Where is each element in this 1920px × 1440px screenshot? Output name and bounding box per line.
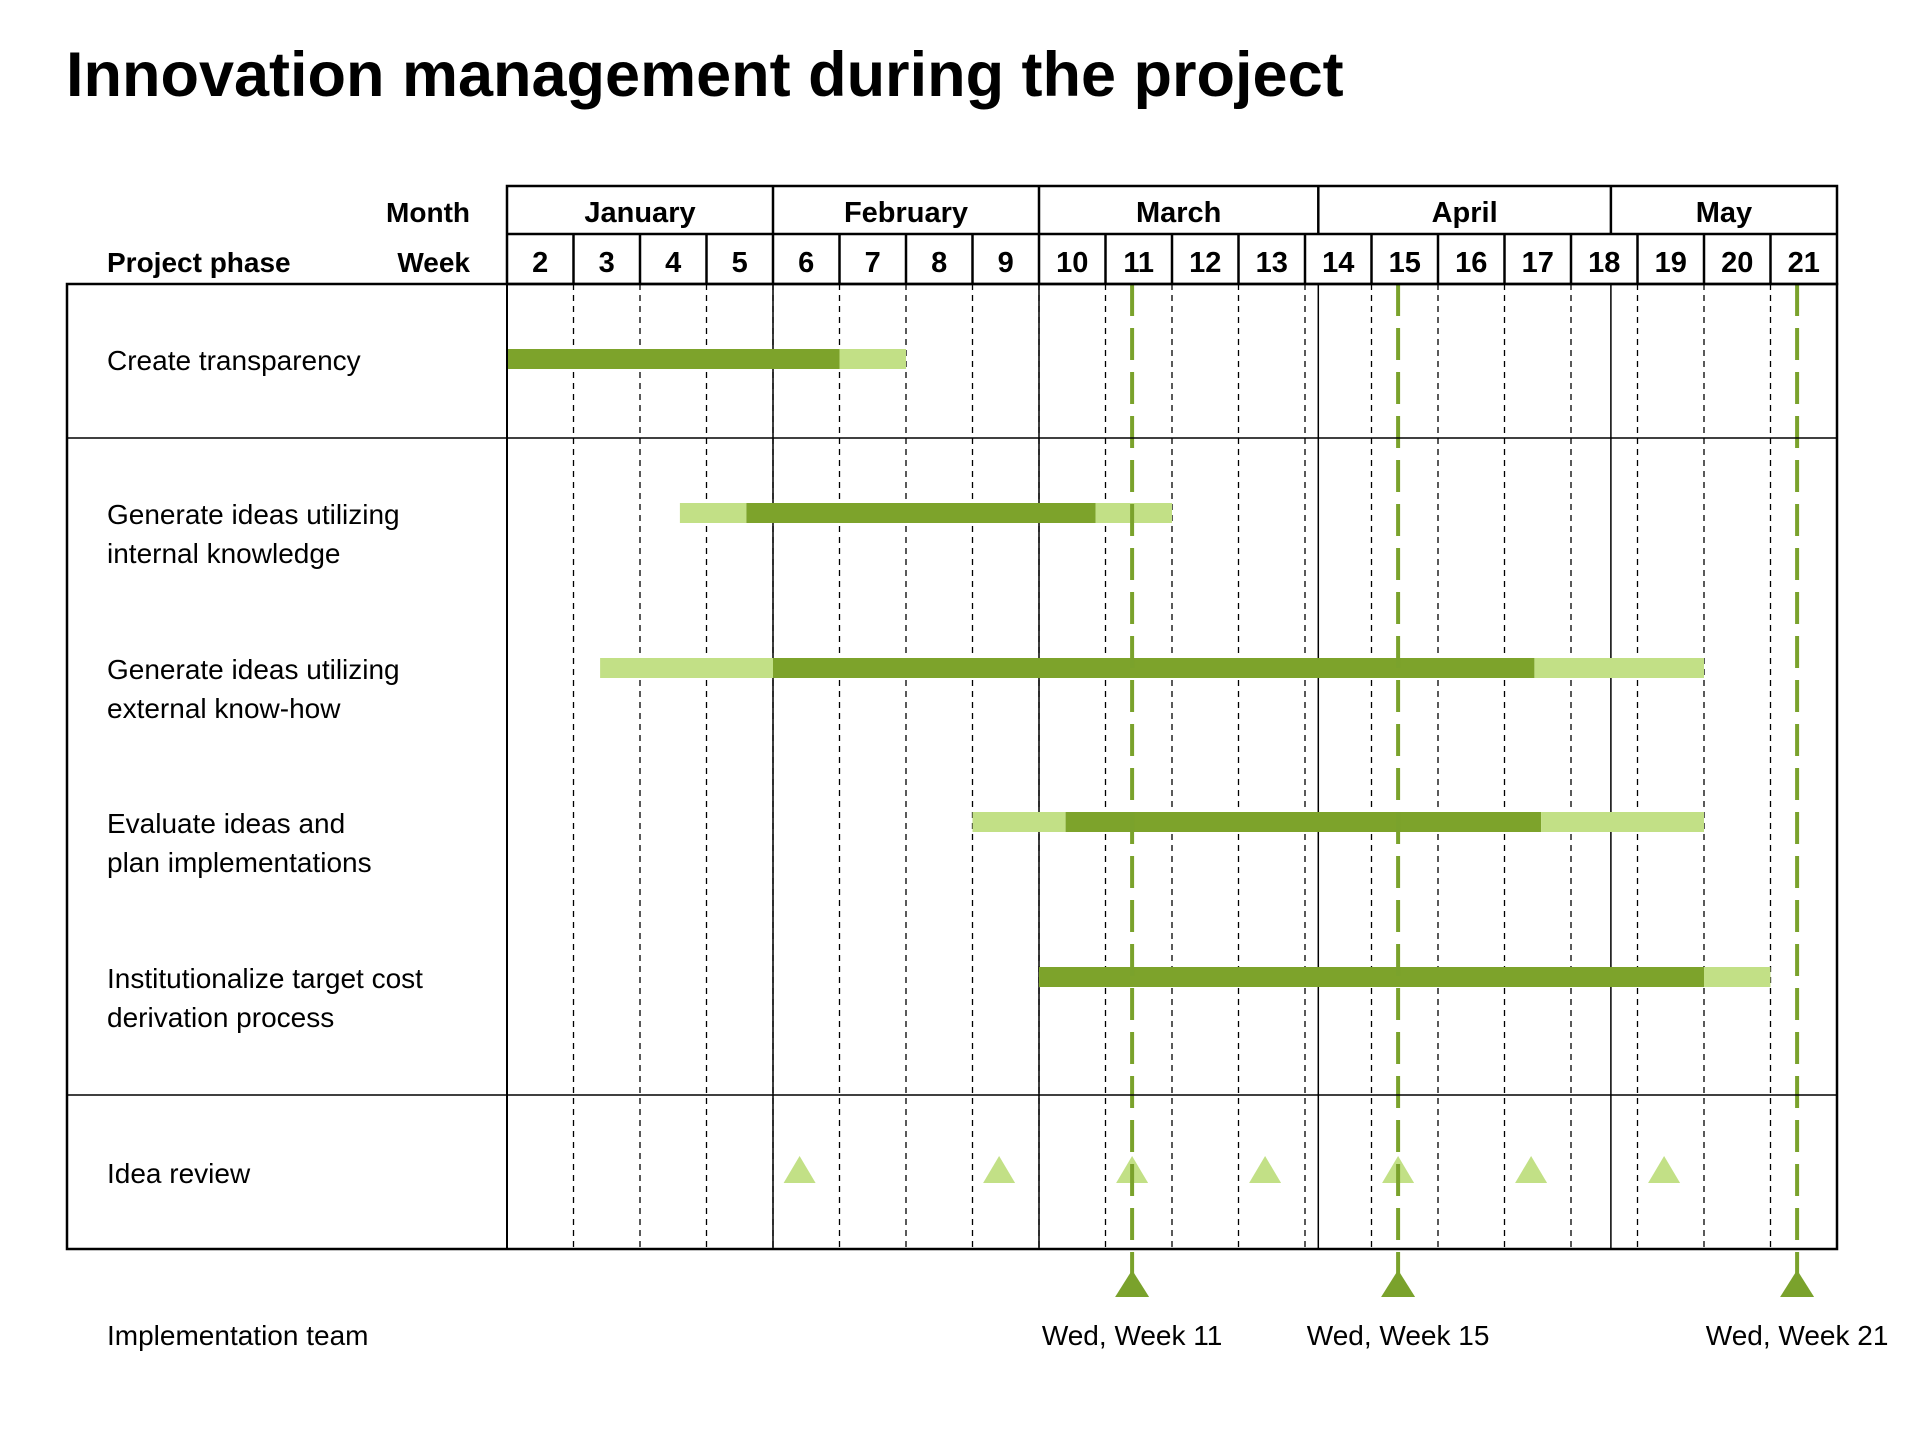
month-label: April [1432,197,1498,229]
idea-review-triangle-icon [983,1156,1016,1183]
week-label: 11 [1123,247,1154,279]
idea-review-label: Idea review [107,1158,251,1189]
idea-review-triangle-icon [1648,1156,1681,1183]
week-label: 14 [1322,247,1354,279]
milestone-label: Wed, Week 15 [1307,1320,1490,1351]
week-label: 2 [532,247,548,279]
phase-bar-buffer [600,658,773,678]
milestones [1115,284,1815,1297]
week-label: 8 [931,247,947,279]
week-label: 17 [1522,247,1554,279]
phase-bar-buffer [1704,967,1771,987]
week-label: 12 [1189,247,1221,279]
phase-bar-buffer [972,812,1066,832]
phase-label: derivation process [107,1002,334,1033]
idea-review-markers [783,1156,1681,1183]
milestone-triangle-icon [1780,1270,1815,1297]
week-label: 9 [998,247,1014,279]
phase-label: Create transparency [107,345,361,376]
phase-bar-buffer [839,349,906,369]
week-header-label: Week [397,247,470,278]
milestone-triangle-icon [1381,1270,1416,1297]
phase-label: external know-how [107,693,341,724]
month-label: February [844,197,968,229]
week-label: 3 [599,247,615,279]
gantt-chart: Month Week Project phase Idea review Imp… [65,184,1889,1351]
grid-lines [572,284,1772,1249]
phase-label: Generate ideas utilizing [107,499,400,530]
week-label: 15 [1389,247,1421,279]
month-label: January [584,197,695,229]
week-label: 10 [1056,247,1088,279]
week-label: 4 [665,247,681,279]
week-label: 21 [1788,247,1820,279]
phase-label: Evaluate ideas and [107,808,345,839]
milestone-label: Wed, Week 11 [1042,1320,1223,1351]
phase-bar-core [773,658,1535,678]
milestone-triangle-icon [1115,1270,1150,1297]
month-label: May [1696,197,1752,229]
milestone-label: Wed, Week 21 [1706,1320,1889,1351]
phase-bar-buffer [679,503,747,523]
idea-review-triangle-icon [783,1156,816,1183]
week-label: 6 [798,247,814,279]
month-header-label: Month [386,197,470,228]
phase-bar-buffer [1534,658,1704,678]
month-label: March [1136,197,1221,229]
phase-label: internal knowledge [107,538,341,569]
phase-bar-core [1065,812,1542,832]
week-label: 7 [865,247,881,279]
idea-review-triangle-icon [1249,1156,1282,1183]
phase-label: Generate ideas utilizing [107,654,400,685]
implementation-team-label: Implementation team [107,1320,368,1351]
week-label: 19 [1655,247,1687,279]
phase-bars [507,349,1771,987]
phase-bar-buffer [1541,812,1704,832]
week-label: 18 [1588,247,1620,279]
phase-label: plan implementations [107,847,372,878]
project-phase-header-label: Project phase [107,247,291,278]
week-label: 5 [732,247,748,279]
phase-bar-core [746,503,1096,523]
phase-bar-core [507,349,840,369]
phase-label: Institutionalize target cost [107,963,423,994]
phase-bar-core [1039,967,1704,987]
week-label: 13 [1256,247,1288,279]
idea-review-triangle-icon [1515,1156,1548,1183]
week-label: 20 [1721,247,1753,279]
week-label: 16 [1455,247,1487,279]
